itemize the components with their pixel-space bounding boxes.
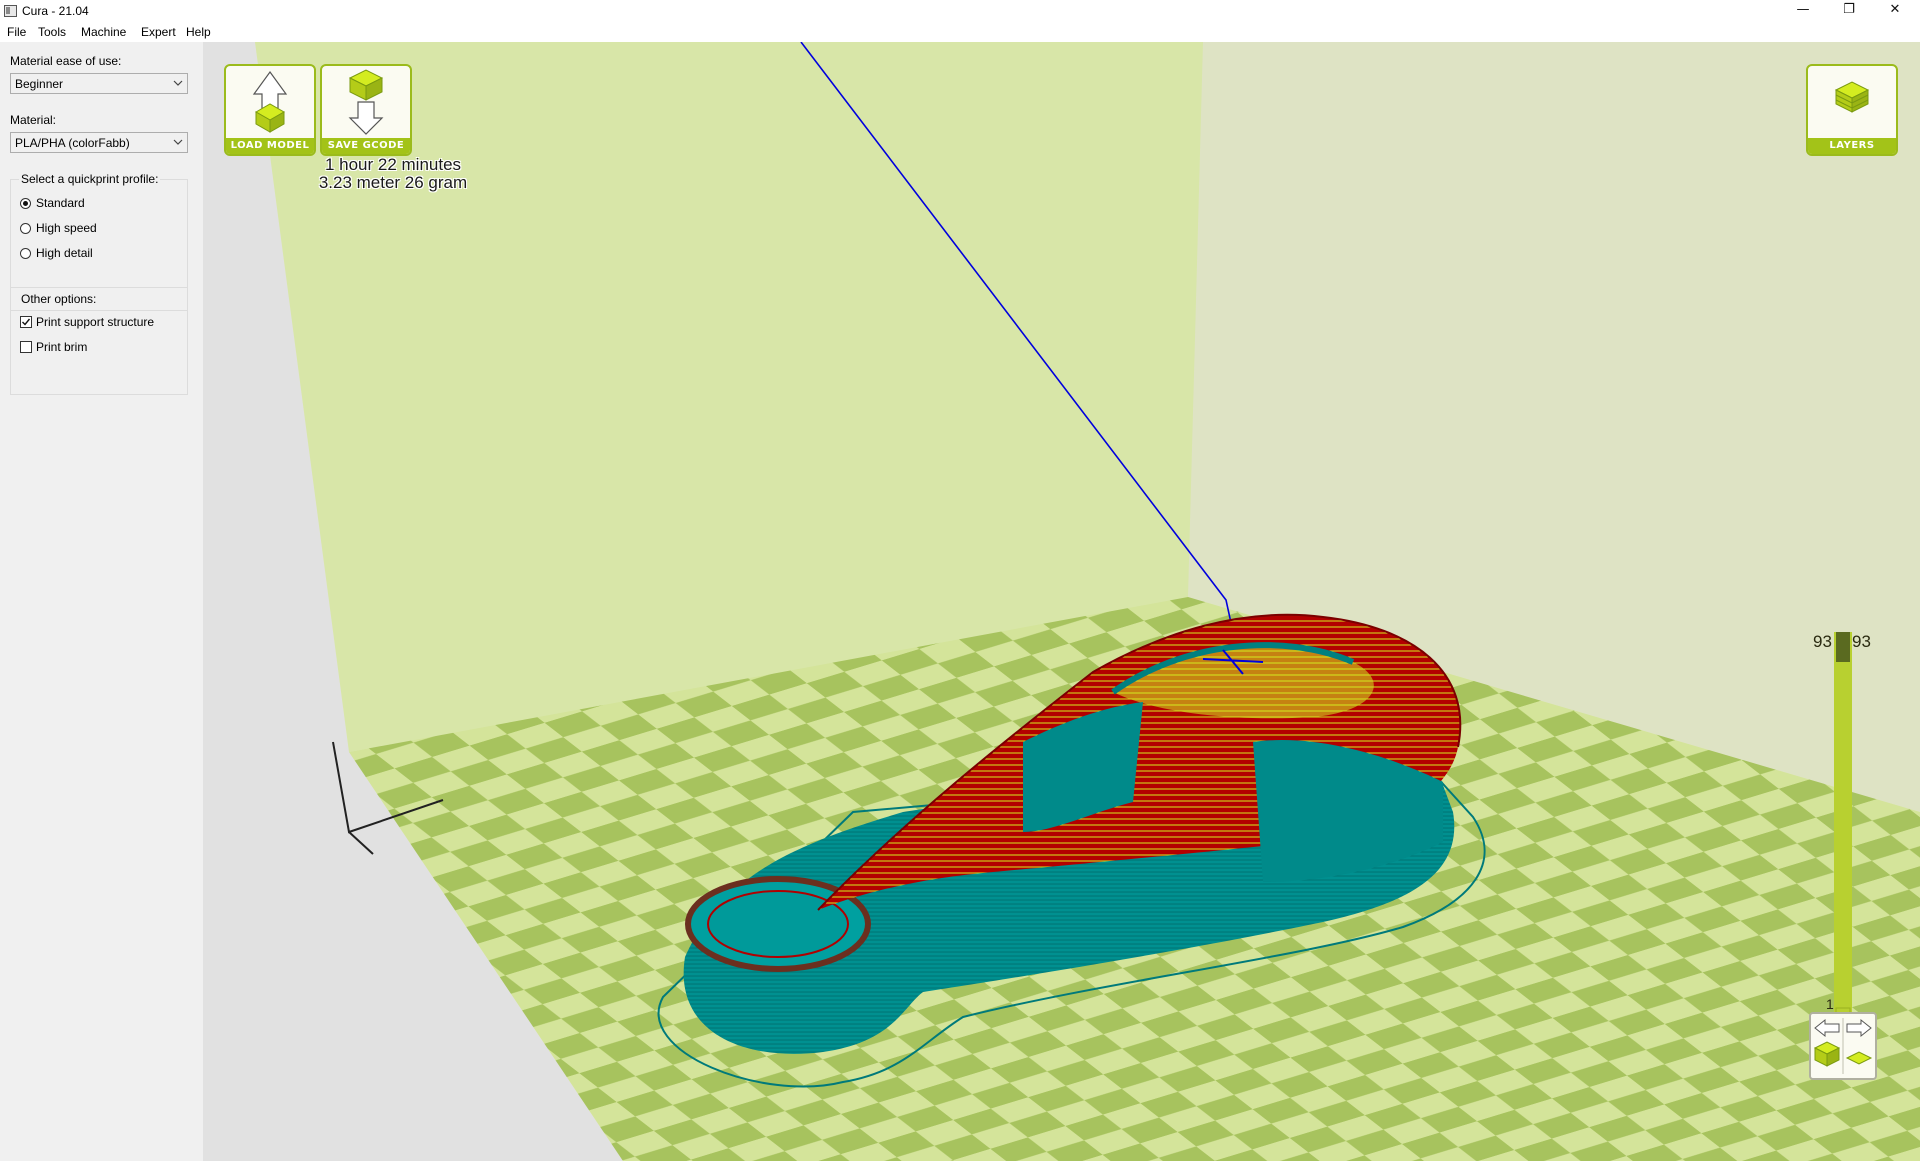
- minimize-button[interactable]: —: [1781, 0, 1825, 22]
- menu-file[interactable]: File: [7, 25, 26, 39]
- layers-icon: [1834, 81, 1870, 113]
- menu-bar: File Tools Machine Expert Help: [0, 22, 1920, 42]
- layer-slider-top-handle[interactable]: [1836, 632, 1850, 662]
- material-label: Material:: [10, 113, 57, 127]
- profile-high-speed-radio[interactable]: [20, 223, 31, 234]
- checkmark-icon: [22, 318, 31, 326]
- profile-high-detail-radio[interactable]: [20, 248, 31, 259]
- support-structure-label: Print support structure: [36, 315, 155, 329]
- chevron-down-icon: [173, 80, 183, 86]
- app-icon: [4, 5, 17, 17]
- chevron-down-icon: [173, 139, 183, 145]
- menu-expert[interactable]: Expert: [141, 25, 176, 39]
- ease-of-use-value: Beginner: [15, 77, 64, 91]
- layers-view-button[interactable]: LAYERS: [1806, 64, 1898, 156]
- brim-checkbox[interactable]: [20, 341, 32, 353]
- profile-standard-label: Standard: [36, 196, 85, 210]
- support-structure-checkbox[interactable]: [20, 316, 32, 328]
- material-value: PLA/PHA (colorFabb): [15, 136, 130, 150]
- material-select[interactable]: PLA/PHA (colorFabb): [10, 132, 188, 153]
- brim-label: Print brim: [36, 340, 88, 354]
- menu-help[interactable]: Help: [186, 25, 211, 39]
- print-time: 1 hour 22 minutes: [324, 155, 462, 174]
- layer-number-right: 93: [1852, 632, 1871, 651]
- print-info: 1 hour 22 minutes 3.23 meter 26 gram: [263, 156, 523, 192]
- other-options-group: Other options: Print support structure P…: [10, 287, 188, 395]
- profile-standard-radio[interactable]: [20, 198, 31, 209]
- layer-navigation[interactable]: [1809, 1012, 1877, 1080]
- layer-number-bottom: 1: [1826, 996, 1834, 1012]
- restore-button[interactable]: ❐: [1827, 0, 1871, 22]
- other-options-title: Other options:: [19, 292, 99, 306]
- ease-of-use-label: Material ease of use:: [10, 54, 122, 68]
- ease-of-use-select[interactable]: Beginner: [10, 73, 188, 94]
- title-bar: Cura - 21.04 — ❐ ✕: [0, 0, 1920, 22]
- 3d-viewport[interactable]: LOAD MODEL SAVE GCODE LAYERS 1 hour 22 m…: [203, 42, 1920, 1161]
- load-model-icon: [252, 70, 288, 133]
- close-button[interactable]: ✕: [1873, 0, 1917, 22]
- menu-tools[interactable]: Tools: [38, 25, 66, 39]
- load-model-label: LOAD MODEL: [226, 138, 314, 154]
- menu-machine[interactable]: Machine: [81, 25, 126, 39]
- load-model-button[interactable]: LOAD MODEL: [224, 64, 316, 156]
- print-material: 3.23 meter 26 gram: [318, 173, 468, 192]
- settings-panel: Material ease of use: Beginner Material:…: [0, 42, 203, 1161]
- profile-high-speed-label: High speed: [36, 221, 97, 235]
- save-gcode-icon: [348, 69, 384, 135]
- layer-number-left: 93: [1813, 632, 1832, 651]
- layer-nav-icon: [1813, 1018, 1873, 1074]
- quickprint-profile-title: Select a quickprint profile:: [19, 172, 161, 186]
- save-gcode-label: SAVE GCODE: [322, 138, 410, 154]
- profile-high-detail-label: High detail: [36, 246, 93, 260]
- save-gcode-button[interactable]: SAVE GCODE: [320, 64, 412, 156]
- layers-label: LAYERS: [1808, 138, 1896, 154]
- build-volume-scene[interactable]: [203, 42, 1920, 1161]
- window-title: Cura - 21.04: [22, 4, 89, 18]
